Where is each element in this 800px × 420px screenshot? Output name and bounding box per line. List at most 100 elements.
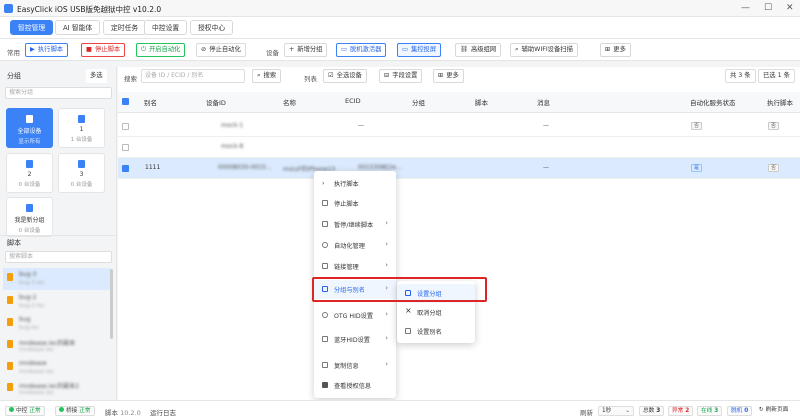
grid-icon: ⊞: [605, 46, 611, 53]
selected-count: 已选 1 条: [758, 69, 795, 83]
refresh-label: 刷新: [580, 409, 593, 417]
tab-scheduled[interactable]: 定时任务: [103, 20, 147, 35]
tab-license[interactable]: 授权中心: [190, 20, 234, 35]
multi-select-button[interactable]: 多选: [86, 69, 107, 83]
submenu-set-alias[interactable]: 设置别名: [397, 322, 475, 341]
group-card-1[interactable]: 11 台设备: [58, 108, 105, 148]
column-header-name[interactable]: 名称: [283, 97, 296, 109]
script-item[interactable]: mndease mndease.iec: [3, 357, 111, 379]
submenu-cancel-group[interactable]: × 取消分组: [397, 303, 475, 322]
column-header-device-id[interactable]: 设备ID: [206, 97, 226, 109]
column-header-script[interactable]: 脚本: [475, 97, 488, 109]
menu-item-bluetooth-hid[interactable]: 蓝牙HID设置 ›: [314, 330, 396, 349]
field-settings-button[interactable]: ⊟ 字段设置: [379, 69, 423, 83]
stop-circle-icon: ⊘: [201, 46, 207, 53]
row-checkbox[interactable]: [122, 144, 129, 151]
search-icon: ⌕: [515, 46, 519, 53]
script-search-input[interactable]: 搜索脚本: [5, 251, 112, 263]
menu-item-automation[interactable]: 自动化管理 ›: [314, 236, 396, 255]
column-header-group[interactable]: 分组: [412, 97, 425, 109]
script-item[interactable]: bug-3 bug-3.iec: [3, 268, 111, 290]
menu-item-otg-hid[interactable]: OTG HID设置 ›: [314, 306, 396, 325]
refresh-page-button[interactable]: ↻ 刷新页面: [756, 406, 791, 416]
bridge-status: 桥接 正常: [55, 406, 95, 416]
main-tabs: 智控管理 AI 智能体 定时任务 中控设置 授权中心: [0, 17, 800, 39]
menu-item-stop-script[interactable]: 停止脚本: [314, 194, 396, 213]
menu-item-pause-resume[interactable]: 暂停/继续脚本 ›: [314, 215, 396, 234]
device-label: 设备: [266, 49, 279, 57]
window-title: EasyClick iOS USB版免越狱中控 v10.2.0: [17, 5, 162, 14]
menu-item-run-script[interactable]: › 执行脚本: [314, 174, 396, 193]
stop-automation-button[interactable]: ⊘ 停止自动化: [196, 43, 246, 57]
wifi-scan-button[interactable]: ⌕ 辅助WIFI设备扫描: [510, 43, 578, 57]
add-group-button[interactable]: + 新增分组: [284, 43, 328, 57]
table-row[interactable]: mock-8: [118, 137, 800, 158]
device-search-input[interactable]: 设备 ID / ECID / 别名: [141, 69, 245, 83]
row-checkbox[interactable]: [122, 165, 129, 172]
group-card-3[interactable]: 30 台设备: [58, 153, 105, 193]
tab-control[interactable]: 智控管理: [10, 20, 54, 35]
stop-icon: [322, 200, 328, 206]
script-item[interactable]: bug-2 bug-2.iec: [3, 291, 111, 313]
advanced-network-button[interactable]: ⛓ 高级组网: [455, 43, 502, 57]
maximize-button[interactable]: ☐: [764, 3, 772, 13]
table-row[interactable]: mock-1 — — 否 否: [118, 116, 800, 137]
mirror-button[interactable]: ▭ 集控投屏: [397, 43, 442, 57]
row-checkbox[interactable]: [122, 123, 129, 130]
device-icon: ▭: [341, 46, 347, 53]
play-icon: ›: [322, 180, 325, 187]
table-row-selected[interactable]: 1111 00008030-0015... mxiuF的iPhone13 001…: [118, 158, 800, 179]
link-icon: [322, 263, 328, 269]
folder-icon: [78, 160, 85, 168]
script-item[interactable]: bug bug.iec: [3, 313, 111, 335]
run-log-link[interactable]: 运行日志: [150, 407, 176, 417]
column-header-alias[interactable]: 别名: [144, 97, 157, 109]
script-item[interactable]: mndease.iec的副本2 mndease.iec: [3, 378, 111, 400]
toolbar: 常用 ▶ 执行脚本 ■ 停止脚本 ⏻ 开启自动化 ⊘ 停止自动化 设备 + 新增分组 ▭ 脱…: [0, 39, 800, 61]
group-card-2[interactable]: 20 台设备: [6, 153, 53, 193]
checkbox-icon: ☑: [328, 72, 334, 79]
total-count: 共 3 条: [725, 69, 756, 83]
menu-item-link[interactable]: 链接管理 ›: [314, 257, 396, 276]
stop-script-button[interactable]: ■ 停止脚本: [81, 43, 126, 57]
scrollbar[interactable]: [110, 269, 113, 339]
gear-icon: [322, 242, 328, 248]
columns-label: 列表: [304, 75, 317, 83]
common-label: 常用: [7, 49, 20, 57]
column-header-exec-script[interactable]: 执行脚本: [767, 97, 793, 109]
menu-item-copy-info[interactable]: 复制信息 ›: [314, 356, 396, 375]
chevron-right-icon: ›: [385, 261, 388, 269]
tab-settings[interactable]: 中控设置: [144, 20, 188, 35]
file-icon: [7, 296, 13, 304]
tab-ai-agent[interactable]: AI 智能体: [55, 20, 101, 35]
highlight-box: [312, 277, 487, 302]
hub-status: 中控 正常: [5, 406, 45, 416]
refresh-interval-select[interactable]: 1秒 ⌄: [598, 406, 634, 416]
group-card-new[interactable]: 我是新分组 0 台设备: [6, 197, 53, 237]
copy-icon: [322, 362, 328, 368]
group-card-all[interactable]: 全部设备 显示所有: [6, 108, 53, 148]
header-checkbox[interactable]: [122, 98, 129, 105]
select-all-button[interactable]: ☑ 全选设备: [323, 69, 367, 83]
group-search-input[interactable]: 搜索分组: [5, 87, 112, 99]
script-item[interactable]: mndease.iec的副本 mndease.iec: [3, 335, 111, 357]
minimize-button[interactable]: —: [741, 3, 750, 13]
chevron-right-icon: ›: [385, 334, 388, 342]
filter-more-button[interactable]: ⊞ 更多: [433, 69, 464, 83]
column-header-message[interactable]: 消息: [537, 97, 550, 109]
folder-icon: [26, 160, 33, 168]
file-icon: [7, 340, 13, 348]
close-button[interactable]: ✕: [786, 3, 794, 13]
menu-item-license-info[interactable]: 查看授权信息: [314, 376, 396, 395]
close-icon: ×: [405, 306, 412, 315]
column-header-ecid[interactable]: ECID: [345, 97, 361, 109]
more-button[interactable]: ⊞ 更多: [600, 43, 631, 57]
start-automation-button[interactable]: ⏻ 开启自动化: [136, 43, 186, 57]
play-icon: ▶: [30, 46, 35, 53]
run-script-button[interactable]: ▶ 执行脚本: [25, 43, 69, 57]
column-header-auto-status[interactable]: 自动化服务状态: [690, 97, 736, 109]
total-badge: 总数 3: [639, 406, 665, 416]
bluetooth-icon: [322, 336, 328, 342]
offline-activator-button[interactable]: ▭ 脱机激活器: [336, 43, 387, 57]
search-button[interactable]: ⌕ 搜索: [252, 69, 282, 83]
